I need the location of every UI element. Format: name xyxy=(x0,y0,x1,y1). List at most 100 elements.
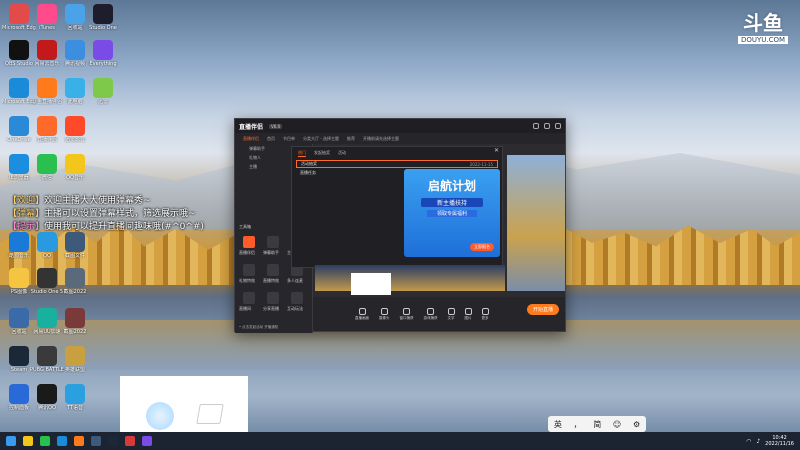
app-icon xyxy=(37,40,57,60)
panel-tab-activity[interactable]: 活动 xyxy=(338,150,346,156)
tab-schedule[interactable]: 节目单 xyxy=(283,136,295,142)
app-icon xyxy=(9,78,29,98)
tab-category[interactable]: 分类大厅 - 选择主题 xyxy=(303,136,339,142)
app-icon xyxy=(65,154,85,174)
panel-close-icon[interactable]: ✕ xyxy=(494,147,499,154)
source-label: 游戏捕获 xyxy=(423,315,438,320)
app-icon xyxy=(37,308,57,328)
start-live-button[interactable]: 开始直播 xyxy=(526,304,559,315)
tool-button[interactable] xyxy=(267,292,279,304)
wifi-icon[interactable]: ◠ xyxy=(746,438,751,445)
desktop-icon-label: 截图2022 xyxy=(63,329,87,335)
tool-button[interactable] xyxy=(291,292,303,304)
desktop-icon[interactable]: TT语音 xyxy=(60,384,90,411)
danmu-overlay: 【欢迎】欢迎主播大大使用弹幕秀~ 【弹幕】主播可以设置弹幕样式，筛选展示哦~ 【… xyxy=(8,195,204,234)
desktop-icon[interactable]: 迅雷影音 xyxy=(60,116,90,143)
taskbar-app-icon[interactable] xyxy=(125,436,135,446)
desktop-icon[interactable]: 截图文件 xyxy=(60,232,90,259)
ime-simplified-button[interactable]: 简 xyxy=(593,419,601,430)
desktop-icon-label: TT语音 xyxy=(66,405,84,411)
app-titlebar[interactable]: 直播伴侣 V6.0 xyxy=(235,119,565,133)
source-label: 窗口捕获 xyxy=(399,315,414,320)
source-text-button[interactable]: 文字 xyxy=(447,307,455,321)
tool-label: 互动玩法 xyxy=(287,306,303,311)
source-label: 摄像头 xyxy=(379,315,390,320)
minimize-icon[interactable] xyxy=(533,123,539,129)
app-version: V6.0 xyxy=(269,123,283,129)
panel-tab-lottery[interactable]: 发起抽奖 xyxy=(314,150,330,156)
tool-button[interactable] xyxy=(243,236,255,248)
maximize-icon[interactable] xyxy=(544,123,550,129)
close-icon[interactable] xyxy=(555,123,561,129)
danmu-line: 【弹幕】主播可以设置弹幕样式，筛选展示哦~ xyxy=(8,208,204,221)
row-date: 2022-11-15 xyxy=(469,161,493,167)
app-icon xyxy=(37,154,57,174)
desktop-icon[interactable]: 英雄联盟 xyxy=(60,346,90,373)
danmu-user: 【欢迎】 xyxy=(8,196,45,206)
panel-row[interactable]: 活动抽奖 2022-11-15 xyxy=(296,160,498,168)
tab-home[interactable]: 首页 xyxy=(267,136,275,142)
app-icon xyxy=(93,78,113,98)
app-icon xyxy=(9,154,29,174)
taskbar-app-icon[interactable] xyxy=(91,436,101,446)
tool-label: 礼物特效 xyxy=(239,278,255,283)
app-icon xyxy=(9,4,29,24)
app-icon xyxy=(37,4,57,24)
activity-panel: 热门 发起抽奖 活动 活动抽奖 2022-11-15 直播任务 2022-11-… xyxy=(291,146,503,268)
danmu-line: 【欢迎】欢迎主播大大使用弹幕秀~ xyxy=(8,195,204,208)
app-icon xyxy=(37,384,57,404)
taskbar-app-icon[interactable] xyxy=(23,436,33,446)
taskbar-app-icon[interactable] xyxy=(108,436,118,446)
tab-recommend[interactable]: 推荐 xyxy=(347,136,355,142)
app-icon xyxy=(9,384,29,404)
danmu-line: 【提示】使用我可以提升直播间趣味哦(#^0^#) xyxy=(8,221,204,234)
app-icon xyxy=(37,268,57,288)
tab-companion[interactable]: 直播伴侣 xyxy=(243,136,259,142)
source-label: 文字 xyxy=(447,315,455,320)
source-label: 图片 xyxy=(464,315,472,320)
source-game-button[interactable]: 游戏捕获 xyxy=(423,307,438,321)
source-camera-button[interactable]: 摄像头 xyxy=(379,307,390,321)
tool-button[interactable] xyxy=(267,236,279,248)
tool-button[interactable] xyxy=(267,264,279,276)
row-name: 活动抽奖 xyxy=(301,161,317,166)
live-companion-window[interactable]: 直播伴侣 V6.0 直播伴侣 首页 节目单 分类大厅 - 选择主题 推荐 开播前… xyxy=(234,118,566,333)
taskbar: ◠ ♪ 10:42 2022/11/16 xyxy=(0,432,800,450)
tool-button[interactable] xyxy=(243,292,255,304)
desktop-icon[interactable]: 截图2022 xyxy=(60,308,90,335)
taskbar-clock[interactable]: 10:42 2022/11/16 xyxy=(765,435,794,447)
ime-emoji-button[interactable]: ☺ xyxy=(613,420,621,429)
tool-button[interactable] xyxy=(243,264,255,276)
taskbar-app-icon[interactable] xyxy=(142,436,152,446)
desktop-icon[interactable]: 迅雷 xyxy=(88,78,118,105)
tool-label: 直播特效 xyxy=(263,278,279,283)
desktop-icon-label: 截图2022 xyxy=(63,289,87,295)
start-icon[interactable] xyxy=(6,436,16,446)
app-icon xyxy=(37,78,57,98)
source-image-button[interactable]: 图片 xyxy=(464,307,472,321)
ime-lang-button[interactable]: 英 xyxy=(554,419,562,430)
desktop-icon[interactable]: QQ音乐 xyxy=(60,154,90,181)
volume-icon[interactable]: ♪ xyxy=(756,438,760,445)
source-window-button[interactable]: 窗口捕获 xyxy=(399,307,414,321)
taskbar-app-icon[interactable] xyxy=(57,436,67,446)
panel-tab-hot[interactable]: 热门 xyxy=(298,150,306,157)
source-screen-button[interactable]: 直播画面 xyxy=(355,307,369,321)
source-more-button[interactable]: 更多 xyxy=(481,307,489,321)
taskbar-app-icon[interactable] xyxy=(74,436,84,446)
source-toolbar: 直播画面 摄像头 窗口捕获 游戏捕获 文字 图片 更多 xyxy=(313,297,565,331)
window-icon xyxy=(403,307,410,315)
taskbar-app-icon[interactable] xyxy=(40,436,50,446)
danmu-user: 【弹幕】 xyxy=(8,209,45,219)
tool-label: 多人连麦 xyxy=(287,278,303,283)
promo-banner[interactable]: 启航计划 新主播扶持 领取专属福利 立即报名 xyxy=(404,169,500,257)
app-icon xyxy=(9,268,29,288)
desktop-icon-label: Everything xyxy=(89,61,117,67)
ime-settings-button[interactable]: ⚙ xyxy=(633,420,640,429)
desktop-icon[interactable]: 截图2022 xyxy=(60,268,90,295)
desktop-icon[interactable]: Studio One xyxy=(88,4,118,31)
ime-punct-button[interactable]: ， xyxy=(574,419,582,430)
app-icon xyxy=(37,116,57,136)
desktop-icon[interactable]: Everything xyxy=(88,40,118,67)
banner-cta-button[interactable]: 立即报名 xyxy=(470,243,494,251)
